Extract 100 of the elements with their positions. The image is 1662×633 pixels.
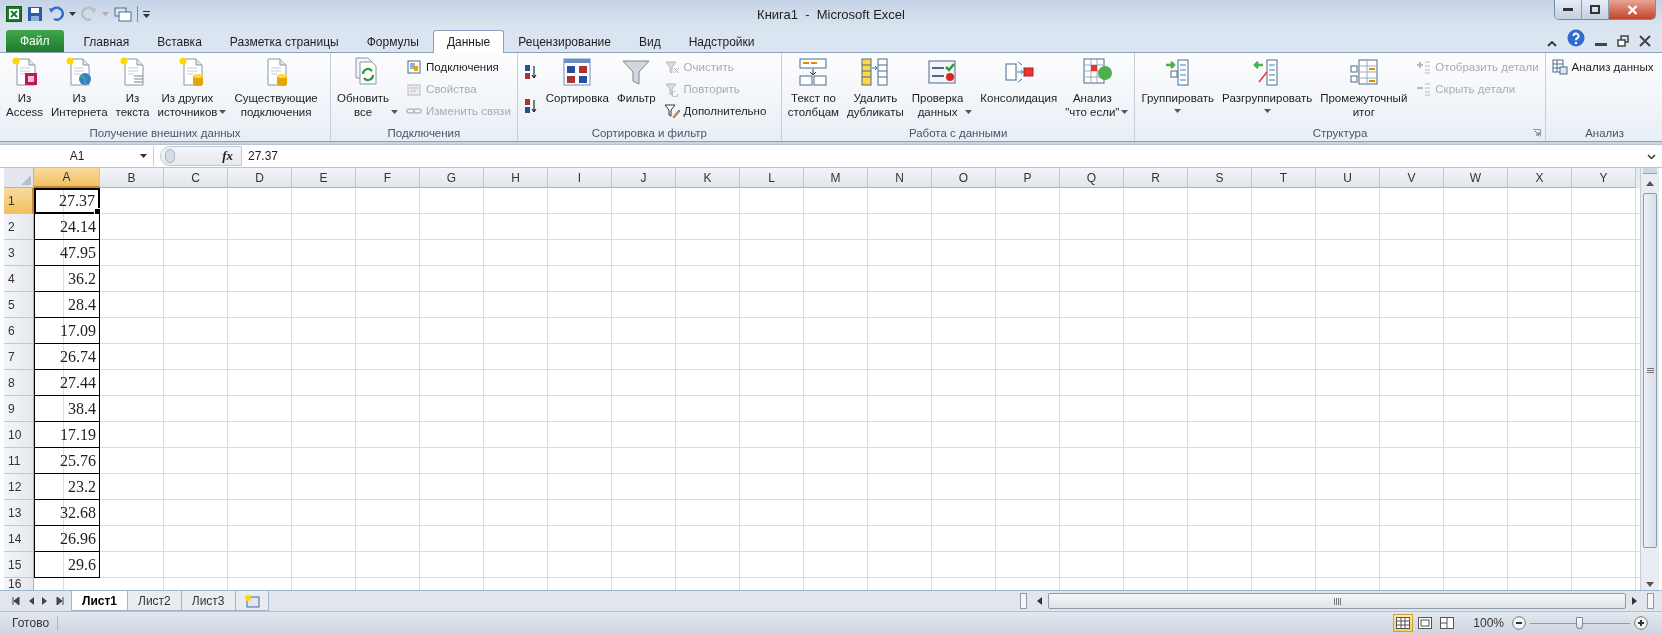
zoom-in-icon[interactable] [1634,616,1648,630]
sheet-tab[interactable]: Лист2 [127,591,182,611]
ribbon-button[interactable]: Из других источников [154,56,230,122]
split-handle[interactable] [1020,593,1027,609]
maximize-button[interactable] [1582,0,1609,19]
column-header[interactable]: L [740,168,804,188]
help-icon[interactable] [1567,29,1585,47]
column-header[interactable]: G [420,168,484,188]
resize-handle[interactable] [165,149,175,163]
spreadsheet-logo-icon[interactable] [6,6,22,22]
row-header[interactable]: 6 [4,318,34,344]
column-header[interactable]: S [1188,168,1252,188]
caret-icon[interactable] [69,12,76,16]
column-header[interactable]: W [1444,168,1508,188]
ribbon-button[interactable]: Из Интернета [48,56,111,122]
previous-sheet-icon[interactable] [28,597,34,605]
ribbon-tab[interactable]: Разметка страницы [215,30,353,52]
ribbon-button[interactable]: Фильтр [613,56,659,122]
ribbon-tab[interactable]: Вставка [143,30,216,52]
column-header[interactable]: O [932,168,996,188]
column-header[interactable]: U [1316,168,1380,188]
next-sheet-icon[interactable] [42,597,48,605]
column-header[interactable]: Q [1060,168,1124,188]
scroll-left-icon[interactable] [1037,597,1042,605]
ribbon-button[interactable]: Проверка данных [908,56,976,122]
column-header[interactable]: H [484,168,548,188]
scroll-thumb[interactable] [1643,193,1657,548]
windows-icon[interactable] [114,6,132,22]
ribbon-button[interactable]: Из текста [112,56,153,122]
last-sheet-icon[interactable] [56,597,64,605]
dialog-launcher-icon[interactable] [1532,129,1541,137]
row-header[interactable]: 14 [4,526,34,552]
column-header[interactable]: F [356,168,420,188]
minimize-icon[interactable] [1595,43,1607,47]
ribbon-button[interactable]: Из Access [3,56,47,122]
row-header[interactable]: 9 [4,396,34,422]
column-header[interactable]: V [1380,168,1444,188]
ribbon-button[interactable]: Дополнительно [660,101,770,120]
column-header[interactable]: X [1508,168,1572,188]
close-icon[interactable] [1639,35,1651,47]
normal-view-button[interactable] [1393,614,1414,632]
column-header[interactable]: C [164,168,228,188]
column-header[interactable]: N [868,168,932,188]
zoom-level[interactable]: 100% [1473,616,1504,630]
ribbon-tab[interactable]: Вид [624,30,675,52]
column-header[interactable]: I [548,168,612,188]
column-header[interactable]: P [996,168,1060,188]
insert-function-button[interactable]: fx [222,148,233,164]
ribbon-tab[interactable]: Надстройки [674,30,769,52]
column-header[interactable]: M [804,168,868,188]
ribbon-tab[interactable]: Формулы [352,30,433,52]
column-header[interactable]: E [292,168,356,188]
minimize-button[interactable] [1555,0,1582,19]
ribbon-button[interactable]: Консолидация [977,56,1061,122]
first-sheet-icon[interactable] [12,597,20,605]
ribbon-button[interactable]: Промежуточный итог [1317,56,1411,122]
column-header[interactable]: J [612,168,676,188]
zoom-out-icon[interactable] [1512,616,1526,630]
column-header[interactable]: T [1252,168,1316,188]
name-box[interactable]: A1 [4,146,154,166]
ribbon-button[interactable]: Текст по столбцам [784,56,843,122]
ribbon-button[interactable]: Анализ данных [1548,57,1657,76]
ribbon-button[interactable]: Удалить дубликаты [844,56,907,122]
row-header[interactable]: 15 [4,552,34,578]
ribbon-button[interactable]: Группировать [1138,56,1218,122]
row-header[interactable]: 16 [4,578,34,590]
ribbon-button[interactable]: Подключения [403,57,514,76]
ribbon-tab[interactable]: Главная [69,30,144,52]
row-header[interactable]: 11 [4,448,34,474]
column-header[interactable]: A [34,168,100,188]
row-header[interactable]: 2 [4,214,34,240]
split-handle[interactable] [1643,168,1657,174]
formula-input[interactable]: 27.37 [242,149,1641,163]
row-header[interactable]: 5 [4,292,34,318]
column-header[interactable]: D [228,168,292,188]
fill-handle[interactable] [94,208,101,215]
close-button[interactable] [1609,0,1655,19]
row-header[interactable]: 12 [4,474,34,500]
expand-icon[interactable] [1647,153,1656,159]
sheet-tab[interactable]: Лист3 [180,591,236,611]
collapse-ribbon-icon[interactable] [1547,41,1557,47]
save-icon[interactable] [27,6,43,22]
scroll-up-icon[interactable] [1646,181,1654,186]
ribbon-tab[interactable]: Рецензирование [504,30,625,52]
column-header[interactable]: B [100,168,164,188]
scroll-right-icon[interactable] [1632,597,1637,605]
file-tab[interactable]: Файл [6,30,64,52]
undo-icon[interactable] [48,6,64,22]
column-header[interactable]: K [676,168,740,188]
row-header[interactable]: 3 [4,240,34,266]
customize-toolbar-icon[interactable] [143,10,150,18]
row-header[interactable]: 7 [4,344,34,370]
restore-icon[interactable] [1617,35,1629,47]
row-header[interactable]: 10 [4,422,34,448]
row-header[interactable]: 4 [4,266,34,292]
vertical-scrollbar[interactable] [1640,168,1659,590]
ribbon-button[interactable]: Разгруппировать [1219,56,1316,122]
scroll-down-icon[interactable] [1646,582,1654,587]
ribbon-button[interactable]: Существующие подключения [231,56,321,122]
scroll-thumb[interactable] [1048,593,1626,609]
